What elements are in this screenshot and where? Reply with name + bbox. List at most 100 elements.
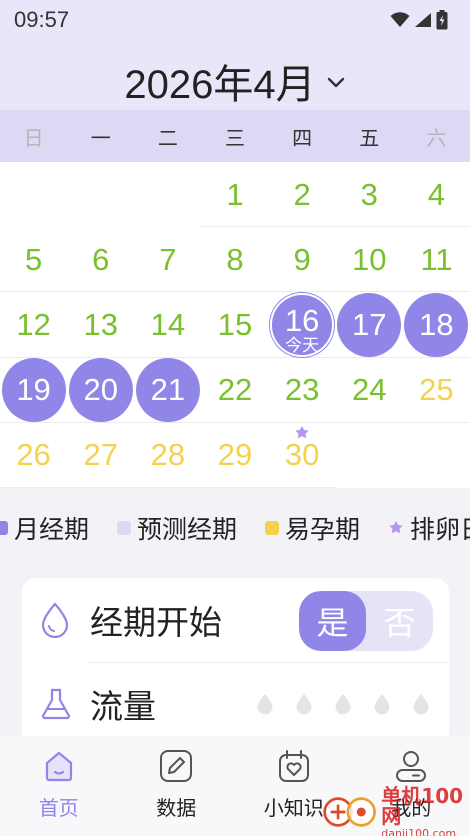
- calendar-day-number: 13: [83, 306, 118, 342]
- nav-label-data: 数据: [156, 796, 197, 820]
- month-title: 2026年4月: [124, 63, 316, 107]
- weekday-header: 日一二三四五六: [0, 110, 470, 162]
- calendar-day[interactable]: 14: [134, 292, 201, 357]
- flow-droplet-icon[interactable]: [295, 693, 313, 715]
- status-bar: 09:57: [0, 0, 470, 40]
- calendar-day-number: 4: [427, 176, 446, 212]
- calendar-day-number: 15: [217, 306, 253, 342]
- calendar-day-number: 7: [159, 241, 177, 277]
- toggle-no-option[interactable]: 否: [366, 591, 433, 651]
- calendar-day-number: 24: [352, 372, 387, 408]
- calendar-day[interactable]: 24: [336, 358, 403, 423]
- nav-label-knowledge: 小知识: [263, 796, 324, 820]
- flow-level-selector[interactable]: [256, 662, 430, 746]
- legend-item-period: 月经期: [0, 510, 89, 546]
- battery-icon: [436, 10, 448, 30]
- today-label: 今天: [285, 335, 320, 356]
- calendar-day[interactable]: 15: [201, 292, 268, 357]
- calendar-day[interactable]: 8: [201, 227, 268, 292]
- calendar-day[interactable]: 21: [134, 358, 201, 423]
- legend-item-ovulation: 排卵日: [388, 510, 470, 546]
- flow-label: 流量: [90, 687, 156, 726]
- calendar-day-number: 11: [420, 241, 453, 277]
- legend-swatch-fertile: [265, 521, 280, 535]
- weekday-label: 三: [224, 125, 245, 150]
- calendar-day[interactable]: 1: [201, 162, 268, 227]
- nav-label-home: 首页: [38, 796, 79, 820]
- calendar-day[interactable]: 26: [0, 423, 67, 488]
- ovulation-flower-icon: [295, 425, 309, 439]
- calendar-day-number: 21: [150, 372, 186, 408]
- flow-droplet-icon[interactable]: [334, 693, 352, 715]
- calendar-day-number: 22: [217, 372, 253, 408]
- calendar-day-number: 30: [284, 437, 320, 473]
- calendar-day[interactable]: 4: [403, 162, 470, 227]
- calendar-day-number: 2: [293, 176, 311, 212]
- calendar-day[interactable]: 29: [201, 423, 268, 488]
- nav-item-home[interactable]: 首页: [0, 736, 118, 836]
- weekday-label: 二: [157, 125, 178, 150]
- calendar-day[interactable]: 23: [269, 358, 336, 423]
- weekday-label: 一: [90, 125, 111, 150]
- calendar-day[interactable]: 11: [403, 227, 470, 292]
- calendar-day[interactable]: 7: [134, 227, 201, 292]
- calendar-day[interactable]: 27: [67, 423, 134, 488]
- calendar-day[interactable]: 12: [0, 292, 67, 357]
- calendar-day[interactable]: 13: [67, 292, 134, 357]
- watermark-logo-icon: [323, 797, 376, 827]
- calendar-day[interactable]: 17: [336, 292, 403, 357]
- calendar-day-number: 12: [16, 306, 51, 342]
- flow-droplet-icon[interactable]: [373, 693, 391, 715]
- calendar-day[interactable]: 19: [0, 358, 67, 423]
- flask-icon: [41, 688, 71, 720]
- legend-label: 易孕期: [285, 515, 361, 544]
- record-card: 经期开始 是 否 流量: [22, 578, 449, 748]
- calendar-day-number: 6: [92, 241, 110, 277]
- status-icons: [390, 10, 448, 30]
- chevron-down-icon: [327, 77, 344, 88]
- calendar-day[interactable]: 10: [336, 227, 403, 292]
- calendar-day[interactable]: 9: [269, 227, 336, 292]
- legend-item-fertile: 易孕期: [265, 510, 360, 546]
- legend-label: 月经期: [14, 515, 90, 544]
- period-start-toggle[interactable]: 是 否: [299, 591, 433, 651]
- calendar-day[interactable]: 6: [67, 227, 134, 292]
- weekday-label: 六: [426, 125, 447, 150]
- droplet-icon: [41, 602, 69, 638]
- signal-icon: [415, 13, 431, 27]
- calendar-day[interactable]: 18: [403, 292, 470, 357]
- weekday-label: 四: [292, 125, 313, 150]
- calendar-day-number: 18: [419, 306, 454, 342]
- flow-droplet-icon[interactable]: [412, 693, 430, 715]
- calendar-day-number: 14: [150, 306, 186, 342]
- flow-droplet-icon[interactable]: [256, 693, 274, 715]
- legend-label: 预测经期: [137, 515, 238, 544]
- calendar-day[interactable]: 16 今天: [269, 292, 336, 357]
- calendar-day-number: 19: [16, 372, 51, 408]
- calendar-day[interactable]: 22: [201, 358, 268, 423]
- period-start-row: 经期开始 是 否: [22, 578, 449, 662]
- calendar-day[interactable]: 25: [403, 358, 470, 423]
- calendar-day[interactable]: 5: [0, 227, 67, 292]
- calendar-day[interactable]: 20: [67, 358, 134, 423]
- calendar-day[interactable]: 30: [269, 423, 336, 488]
- watermark: 单机100网 danji100.com: [322, 786, 470, 836]
- calendar-day[interactable]: 2: [269, 162, 336, 227]
- watermark-sub: danji100.com: [381, 826, 457, 836]
- toggle-yes-option[interactable]: 是: [299, 591, 366, 651]
- watermark-main: 单机100网: [381, 783, 464, 828]
- status-time: 09:57: [14, 7, 70, 32]
- legend-item-predicted: 预测经期: [117, 510, 237, 546]
- nav-item-data[interactable]: 数据: [118, 736, 236, 836]
- knowledge-calendar-icon: [278, 750, 309, 782]
- wifi-icon: [390, 12, 410, 27]
- calendar-day[interactable]: 28: [134, 423, 201, 488]
- calendar-day-number: 10: [352, 241, 387, 277]
- month-selector[interactable]: 2026年4月: [0, 54, 470, 108]
- calendar-legend: 月经期 预测经期 易孕期 排卵日: [0, 500, 470, 556]
- calendar-day[interactable]: 3: [336, 162, 403, 227]
- calendar-day-number: 8: [226, 241, 244, 277]
- calendar-grid: 1 2 3 4 5 6 7 8 9 10 11 12 13 14 15 16 今天 17 18 19 20 21 22 23 2…: [0, 162, 470, 488]
- calendar-day-number: 27: [83, 437, 118, 473]
- home-icon: [45, 751, 72, 782]
